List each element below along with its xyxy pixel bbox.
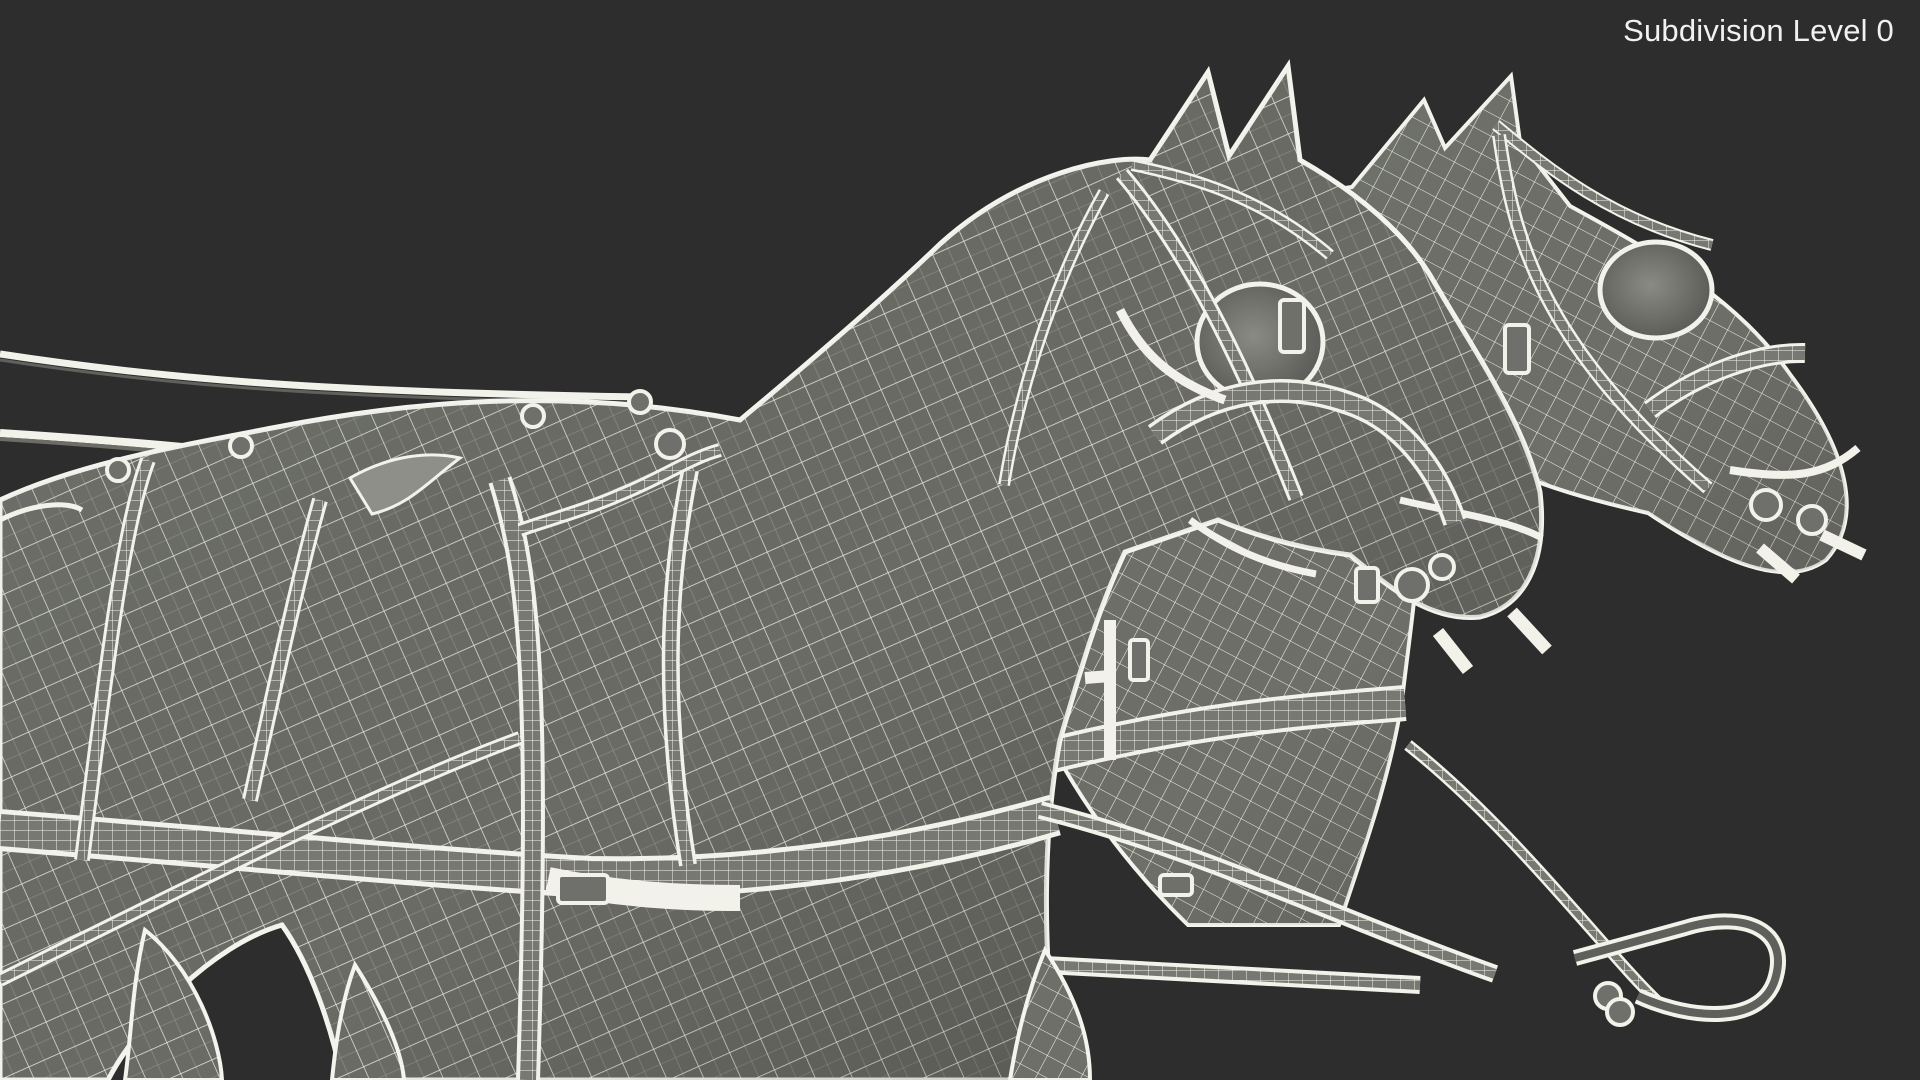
subdivision-level-label: Subdivision Level 0 xyxy=(1623,13,1894,48)
3d-render-viewport: Subdivision Level 0 xyxy=(0,0,1920,1080)
horse-wireframe-render xyxy=(0,58,1867,1080)
